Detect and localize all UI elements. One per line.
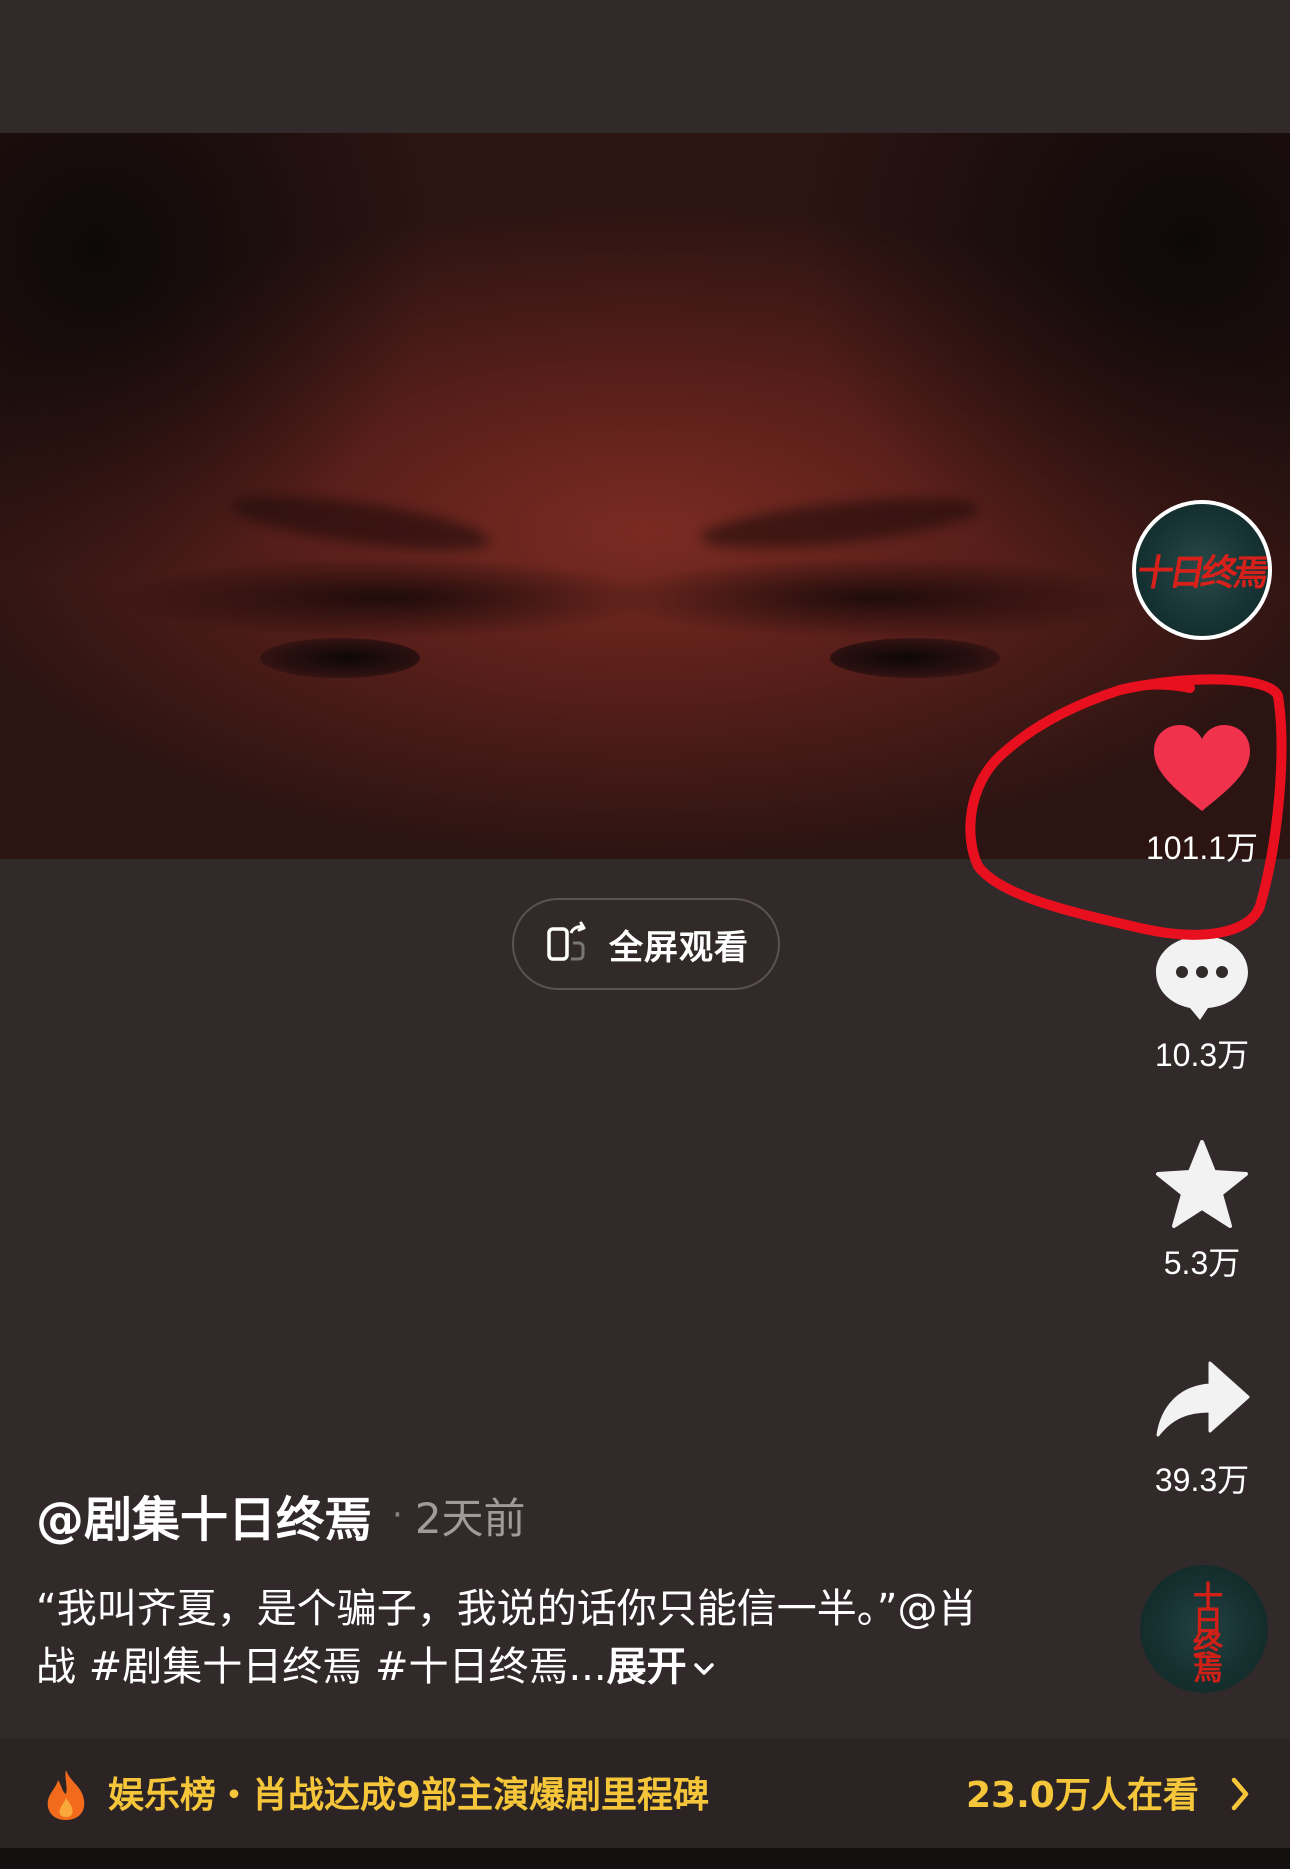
post-description: “我叫齐夏，是个骗子，我说的话你只能信一半。”@肖战 #剧集十日终焉 #十日终焉… (36, 1580, 996, 1696)
fullscreen-label: 全屏观看 (609, 927, 749, 968)
share-button[interactable]: 39.3万 (1120, 1357, 1284, 1501)
share-count: 39.3万 (1154, 1462, 1250, 1498)
chevron-right-icon (1231, 1777, 1249, 1811)
share-arrow-icon (1156, 1361, 1250, 1437)
ranking-bar[interactable]: 娱乐榜・肖战达成9部主演爆剧里程碑 23.0万人在看 (0, 1738, 1290, 1848)
separator-dot: · (392, 1495, 403, 1535)
flame-icon (47, 1770, 85, 1820)
star-icon (1156, 1140, 1248, 1228)
music-disc-logo: 十日终焉 (1187, 1581, 1222, 1677)
comment-icon (1156, 936, 1248, 1020)
description-text: “我叫齐夏，是个骗子，我说的话你只能信一半。”@肖战 #剧集十日终焉 #十日终焉… (36, 1586, 978, 1690)
video-feed-screen: 全屏观看 十日终焉 101.1万 10.3万 5.3万 39.3万 @剧集十日终… (0, 0, 1290, 1869)
video-eye-left (260, 638, 420, 678)
author-line: @剧集十日终焉 · 2天前 (36, 1480, 526, 1550)
comment-button[interactable]: 10.3万 (1120, 932, 1284, 1076)
chevron-down-icon[interactable] (691, 1656, 717, 1682)
heart-icon (1154, 725, 1250, 811)
rotate-screen-icon (547, 921, 586, 961)
expand-button[interactable]: 展开 (607, 1644, 687, 1690)
video-eye-right (830, 638, 1000, 678)
like-button[interactable]: 101.1万 (1120, 725, 1284, 869)
music-disc[interactable]: 十日终焉 (1140, 1565, 1268, 1693)
author-avatar[interactable]: 十日终焉 (1132, 500, 1272, 640)
bottom-strip (0, 1848, 1290, 1869)
author-name[interactable]: @剧集十日终焉 (36, 1480, 372, 1550)
video-player[interactable] (0, 133, 1290, 859)
favorite-button[interactable]: 5.3万 (1120, 1140, 1284, 1284)
fullscreen-button[interactable]: 全屏观看 (512, 898, 780, 990)
favorite-count: 5.3万 (1163, 1245, 1241, 1281)
ranking-text: 娱乐榜・肖战达成9部主演爆剧里程碑 (108, 1775, 710, 1816)
post-time: 2天前 (414, 1493, 526, 1543)
comment-count: 10.3万 (1154, 1037, 1250, 1073)
avatar-logo: 十日终焉 (1133, 552, 1270, 594)
viewers-count: 23.0万人在看 (966, 1775, 1199, 1816)
like-count: 101.1万 (1145, 830, 1259, 866)
